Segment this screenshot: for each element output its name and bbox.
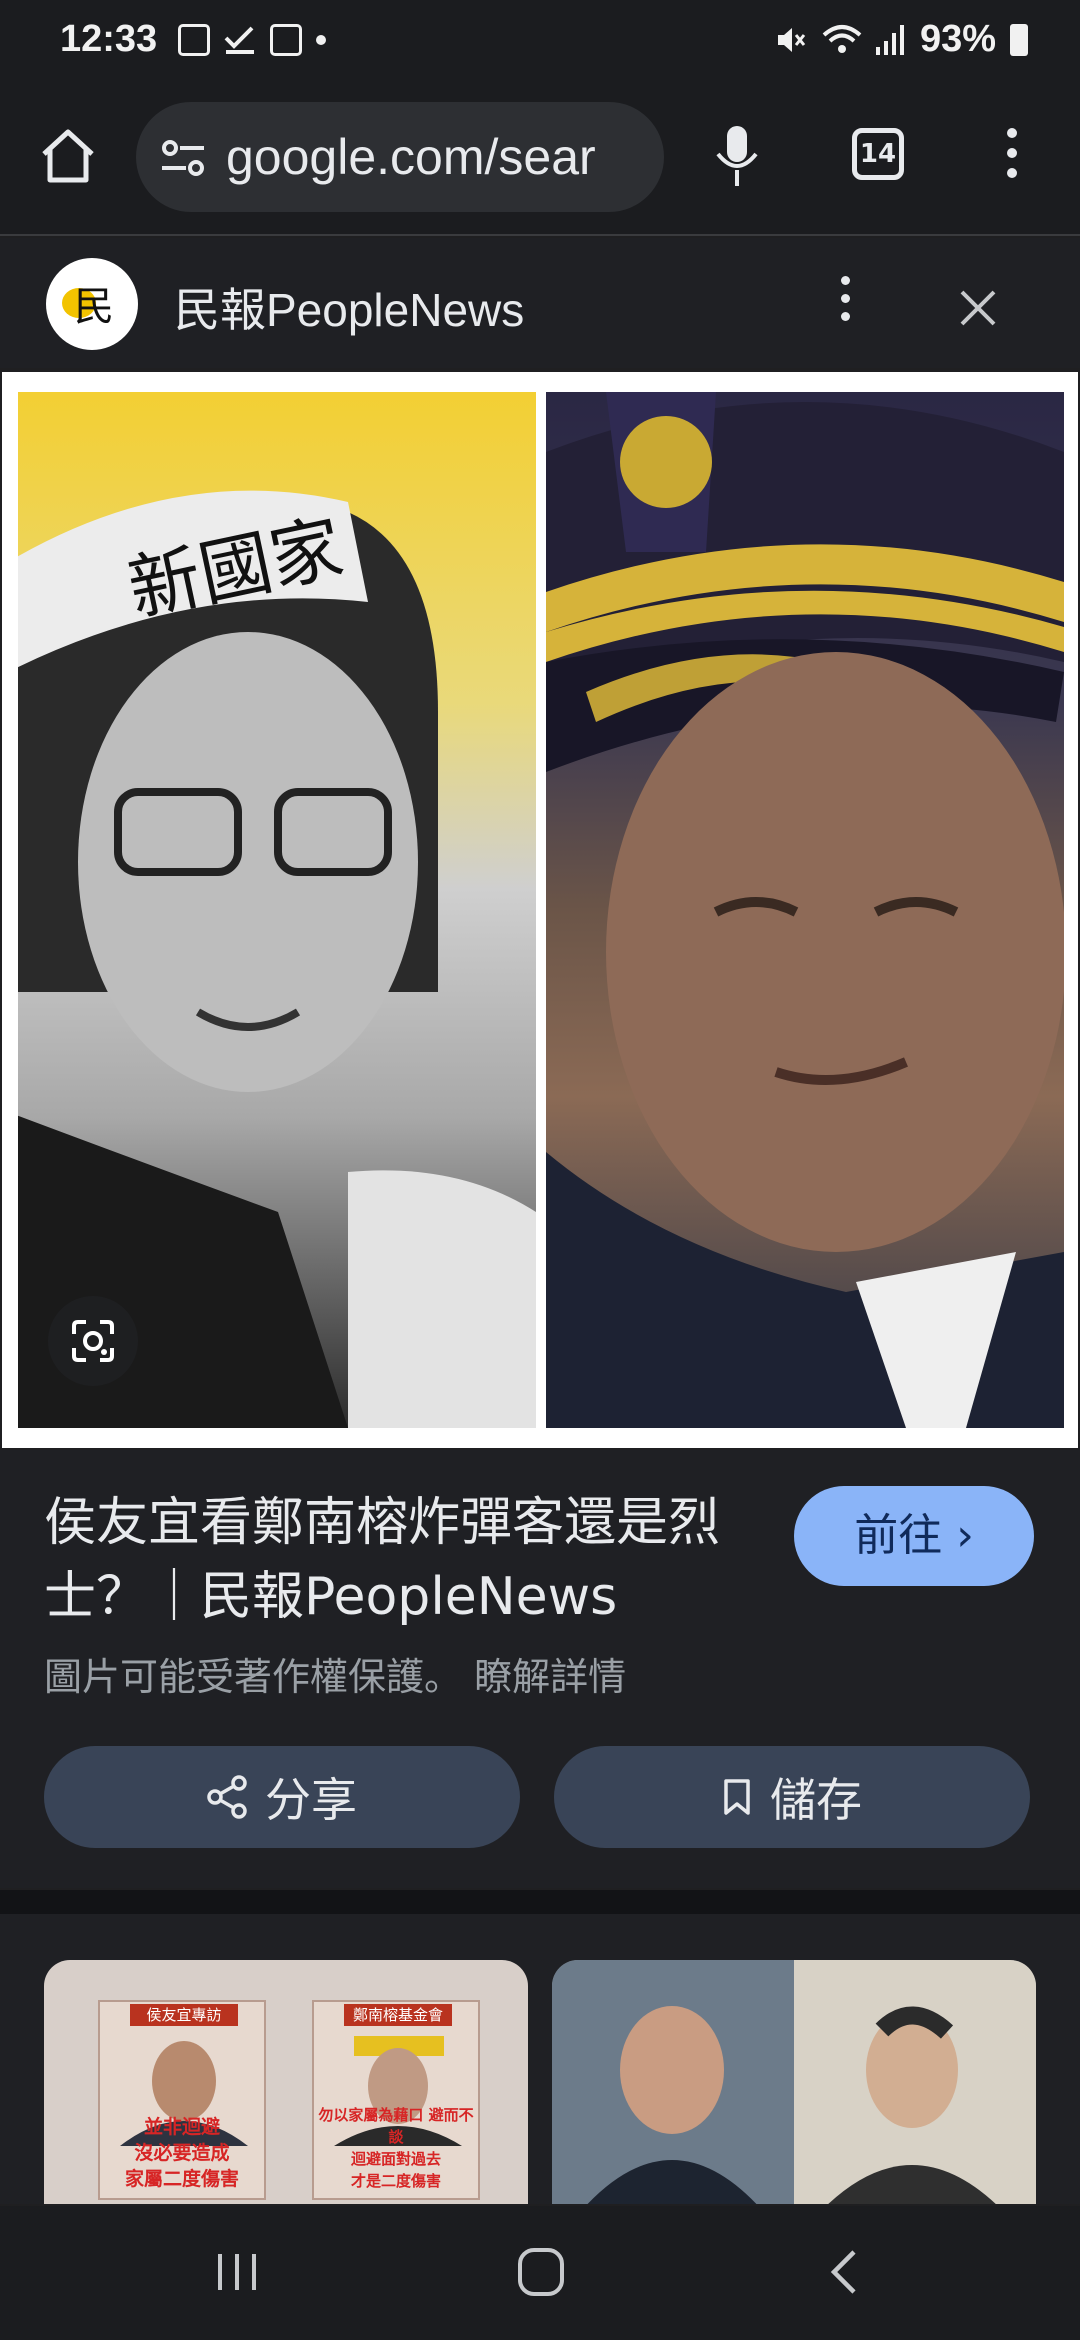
source-menu-icon[interactable]	[838, 276, 852, 336]
save-label: 儲存	[770, 1773, 862, 1827]
share-icon	[207, 1775, 247, 1819]
copyright-notice[interactable]: 圖片可能受著作權保護。 瞭解詳情	[44, 1646, 626, 1701]
battery-icon	[1010, 23, 1028, 56]
mute-icon	[777, 27, 806, 52]
url-text[interactable]: google.com/sear	[226, 128, 596, 186]
result-image[interactable]: 新國家	[2, 372, 1078, 1448]
related-subpanel-right: 鄭南榕基金會 勿以家屬為藉口 避而不談 迴避面對過去 才是二度傷害	[312, 2000, 480, 2200]
save-button[interactable]: 儲存	[554, 1746, 1030, 1848]
google-lens-button[interactable]	[48, 1296, 138, 1386]
browser-toolbar: google.com/sear 14	[0, 84, 1080, 236]
left-photo-panel: 新國家	[18, 392, 536, 1428]
source-header: 民 民報PeopleNews	[0, 238, 1080, 368]
close-icon[interactable]	[954, 284, 1002, 332]
overflow-menu-icon[interactable]	[1000, 128, 1024, 188]
home-button[interactable]	[36, 124, 100, 188]
status-bar: 12:33 93%	[0, 0, 1080, 84]
site-settings-icon[interactable]	[160, 138, 206, 178]
related-image-card[interactable]: 侯友宜專訪 並非迴避 沒必要造成 家屬二度傷害 鄭南榕基金會 勿以家屬為藉口 避…	[44, 1960, 528, 2204]
home-nav-button[interactable]	[516, 2246, 566, 2298]
result-title[interactable]: 侯友宜看鄭南榕炸彈客還是烈士？｜民報PeopleNews	[44, 1486, 744, 1634]
related-tag: 鄭南榕基金會	[344, 2004, 452, 2026]
tab-switcher-button[interactable]: 14	[852, 128, 904, 180]
officer-portrait	[546, 392, 1064, 1428]
notification-dot	[316, 35, 326, 45]
related-caption: 並非迴避 沒必要造成 家屬二度傷害	[124, 2116, 239, 2190]
right-photo-panel	[546, 392, 1064, 1428]
result-info: 侯友宜看鄭南榕炸彈客還是烈士？｜民報PeopleNews 前往 › 圖片可能受著…	[0, 1450, 1080, 1888]
signal-icon	[875, 24, 904, 55]
source-name[interactable]: 民報PeopleNews	[174, 274, 524, 340]
back-button[interactable]	[826, 2246, 862, 2298]
status-system-icons: 93%	[774, 18, 1028, 61]
related-tag: 侯友宜專訪	[130, 2004, 238, 2026]
recent-apps-button[interactable]	[214, 2248, 260, 2296]
protester-portrait: 新國家	[18, 490, 536, 1428]
related-subpanel-left: 侯友宜專訪 並非迴避 沒必要造成 家屬二度傷害	[98, 2000, 266, 2200]
share-button[interactable]: 分享	[44, 1746, 520, 1848]
related-image-card[interactable]	[552, 1960, 1036, 2204]
section-divider	[0, 1890, 1080, 1914]
share-label: 分享	[265, 1773, 357, 1827]
url-bar[interactable]: google.com/sear	[136, 102, 664, 212]
source-logo[interactable]: 民	[46, 258, 138, 350]
related-caption: 勿以家屬為藉口 避而不談 迴避面對過去 才是二度傷害	[318, 2106, 474, 2190]
status-notification-icons	[178, 24, 326, 56]
battery-percent: 93%	[919, 18, 996, 60]
mic-icon[interactable]	[712, 124, 762, 188]
bookmark-icon	[724, 1779, 750, 1815]
wifi-icon	[822, 24, 862, 53]
visit-button[interactable]: 前往 ›	[794, 1486, 1034, 1586]
related-images: 侯友宜專訪 並非迴避 沒必要造成 家屬二度傷害 鄭南榕基金會 勿以家屬為藉口 避…	[0, 1914, 1080, 2204]
status-time: 12:33	[60, 18, 158, 60]
check-icon	[224, 26, 254, 54]
google-lens-icon	[72, 1320, 114, 1362]
gallery-icon	[178, 24, 210, 56]
related-thumbnail	[552, 1960, 1036, 2204]
s-app-icon	[270, 24, 302, 56]
system-nav-bar	[0, 2206, 1080, 2340]
logo-glyph: 民	[74, 284, 114, 330]
